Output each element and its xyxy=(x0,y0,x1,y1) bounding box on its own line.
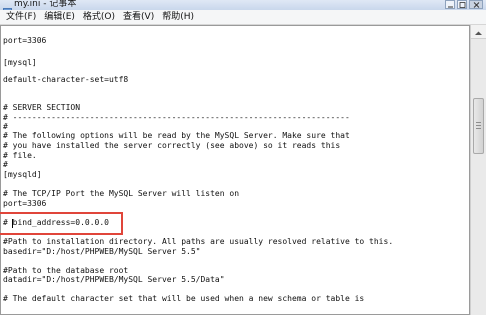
close-button[interactable] xyxy=(469,0,483,9)
scroll-thumb[interactable] xyxy=(473,98,484,154)
editor-line: # The following options will be read by … xyxy=(3,131,350,140)
minimize-button[interactable] xyxy=(445,0,455,9)
menu-help[interactable]: 帮助(H) xyxy=(159,11,197,24)
maximize-button[interactable] xyxy=(457,0,467,9)
editor-line: # --------------------------------------… xyxy=(3,113,350,122)
notepad-icon xyxy=(3,1,12,16)
annotation-box xyxy=(0,212,123,235)
editor-line: datadir="D:/host/PHPWEB/MySQL Server 5.5… xyxy=(3,275,225,284)
menu-bar: 文件(F) 编辑(E) 格式(O) 查看(V) 帮助(H) xyxy=(0,10,486,25)
notepad-window: my.ini - 记事本 文件(F) 编辑(E) 格式(O) 查看(V) 帮助(… xyxy=(0,0,486,315)
menu-file[interactable]: 文件(F) xyxy=(3,11,39,24)
scroll-grip-line xyxy=(476,122,481,123)
window-title: my.ini - 记事本 xyxy=(14,0,77,9)
editor-line: default-character-set=utf8 xyxy=(3,75,129,84)
editor-line: [mysqld] xyxy=(3,170,42,179)
editor-line: # you have installed the server correctl… xyxy=(3,141,341,150)
scroll-up-button[interactable] xyxy=(471,25,486,39)
editor-line: [mysql] xyxy=(3,58,37,67)
editor-line: #Path to installation directory. All pat… xyxy=(3,237,394,246)
vertical-scrollbar[interactable] xyxy=(470,25,486,315)
window-controls xyxy=(445,0,483,10)
title-bar[interactable]: my.ini - 记事本 xyxy=(0,0,486,16)
editor-line: # SERVER SECTION xyxy=(3,103,81,112)
editor-line: # The TCP/IP Port the MySQL Server will … xyxy=(3,189,240,198)
scroll-grip-line xyxy=(476,125,481,126)
scroll-grip-line xyxy=(476,128,481,129)
menu-format[interactable]: 格式(O) xyxy=(80,11,118,24)
editor-line: # The default character set that will be… xyxy=(3,294,365,303)
editor-line: basedir="D:/host/PHPWEB/MySQL Server 5.5… xyxy=(3,247,201,256)
editor-line: # file. xyxy=(3,151,37,160)
editor-line: port=3306 xyxy=(3,36,47,45)
text-editor[interactable]: port=3306 [mysql] default-character-set=… xyxy=(0,25,470,315)
editor-line: # xyxy=(3,160,8,169)
menu-edit[interactable]: 编辑(E) xyxy=(41,11,78,24)
menu-view[interactable]: 查看(V) xyxy=(120,11,157,24)
editor-line: port=3306 xyxy=(3,199,47,208)
